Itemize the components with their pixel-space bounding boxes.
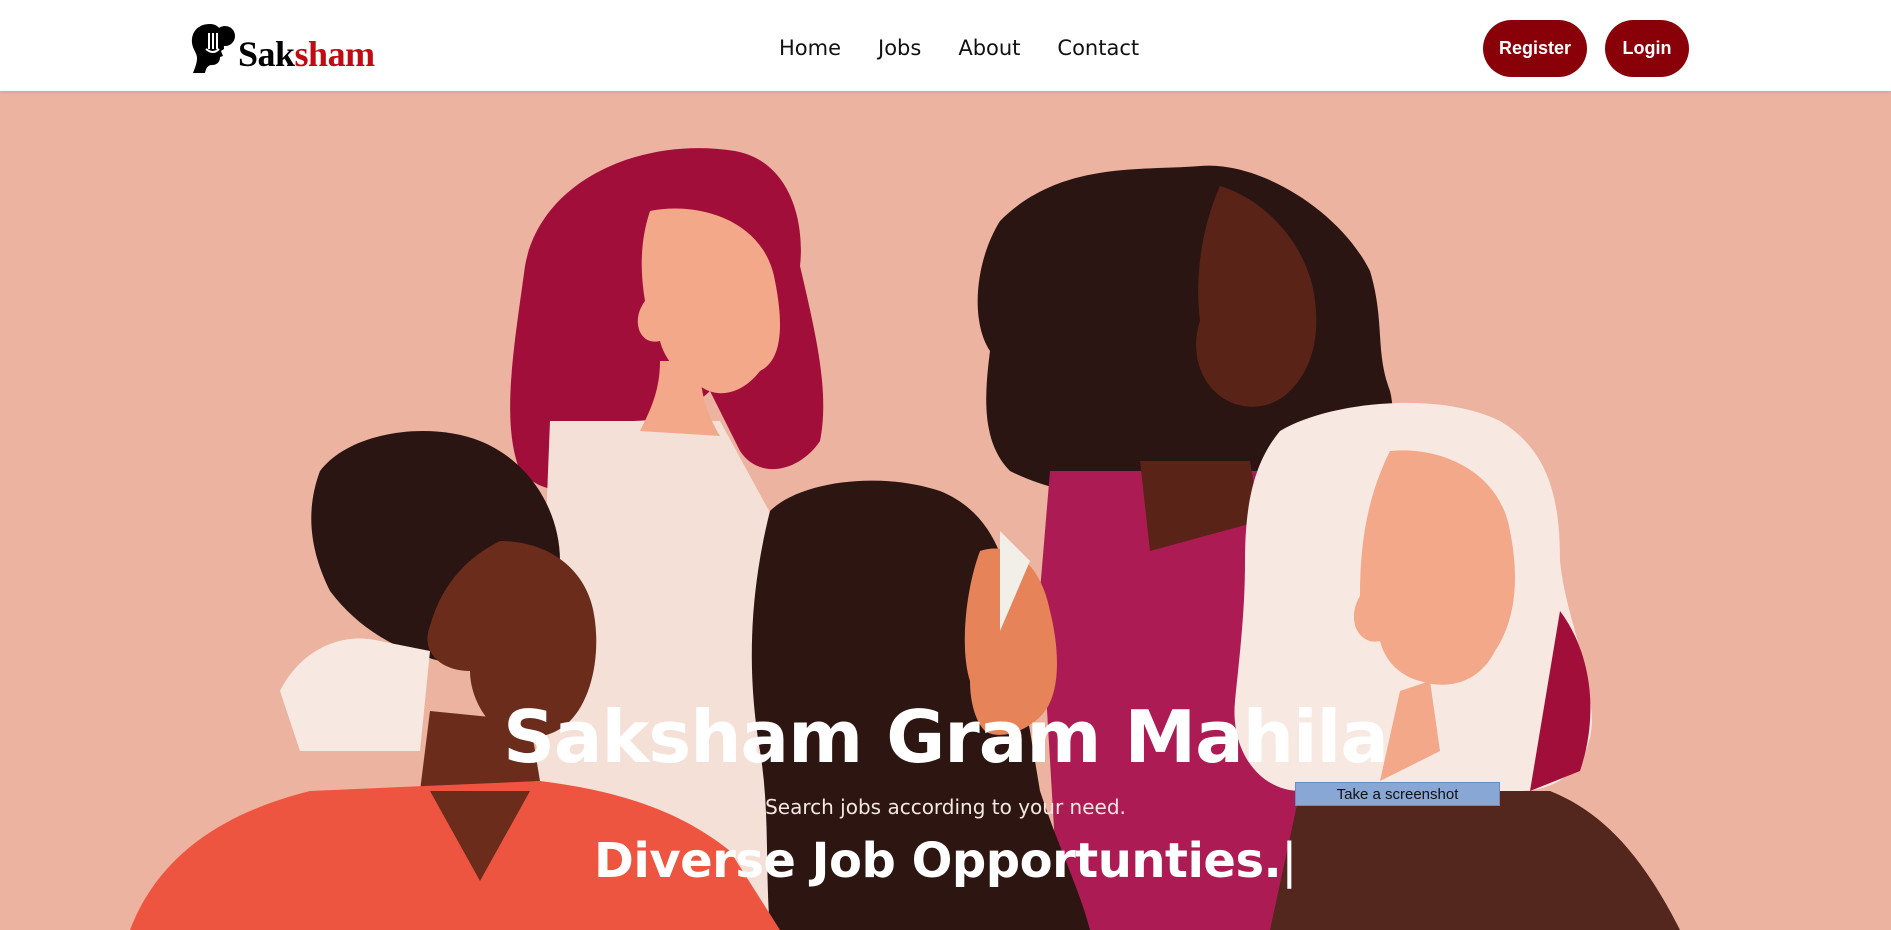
login-button[interactable]: Login — [1605, 20, 1689, 77]
take-screenshot-tooltip[interactable]: Take a screenshot — [1295, 782, 1500, 806]
hero-typed-text: Diverse Job Opportunties.| — [0, 829, 1891, 893]
brand-name: Saksham — [238, 36, 375, 72]
hero-subtitle: Search jobs according to your need. — [765, 795, 1126, 819]
nav-home-link[interactable]: Home — [779, 34, 841, 62]
hero-title: Saksham Gram Mahila — [503, 695, 1389, 779]
typed-text: Diverse Job Opportunties. — [594, 833, 1282, 889]
nav-jobs-link[interactable]: Jobs — [878, 34, 921, 62]
top-navbar: Saksham Home Jobs About Contact Register… — [0, 0, 1891, 91]
hero-section: Saksham Gram Mahila Search jobs accordin… — [0, 91, 1891, 930]
typing-cursor: | — [1281, 833, 1297, 889]
register-button[interactable]: Register — [1483, 20, 1587, 77]
main-nav: Home Jobs About Contact — [779, 34, 1176, 62]
brand-logo[interactable]: Saksham — [188, 18, 375, 74]
nav-contact-link[interactable]: Contact — [1057, 34, 1139, 62]
woman-profile-logo-icon — [191, 24, 235, 73]
brand-name-part2: sham — [294, 34, 376, 74]
brand-name-part1: Sak — [238, 34, 295, 74]
nav-about-link[interactable]: About — [958, 34, 1020, 62]
